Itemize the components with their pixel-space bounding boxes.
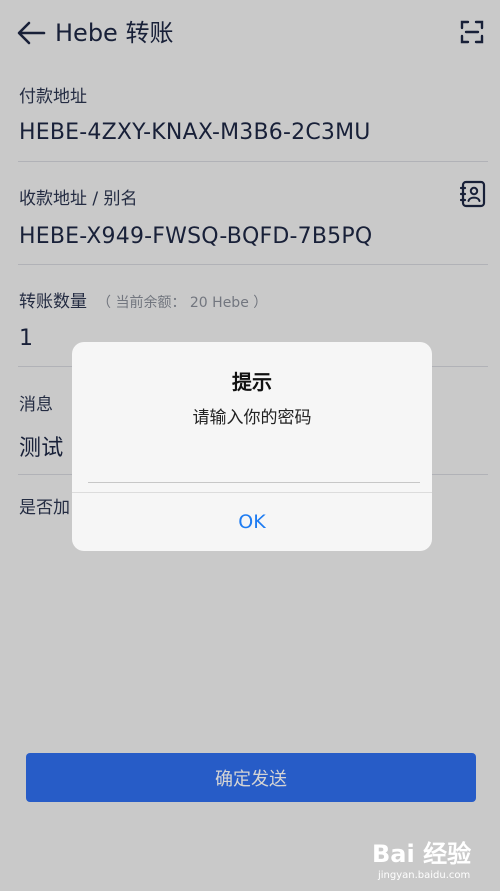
password-input[interactable] <box>88 458 420 483</box>
dialog-message: 请输入你的密码 <box>192 408 312 428</box>
ok-button[interactable]: OK <box>72 493 432 551</box>
baidu-jingyan-watermark: Bai 经验 jingyan.baidu.com <box>372 832 496 888</box>
watermark-sub: jingyan.baidu.com <box>378 870 471 881</box>
watermark-main: Bai 经验 <box>372 840 472 868</box>
password-dialog: 提示 请输入你的密码 OK <box>72 342 432 551</box>
dialog-title: 提示 <box>232 370 272 394</box>
